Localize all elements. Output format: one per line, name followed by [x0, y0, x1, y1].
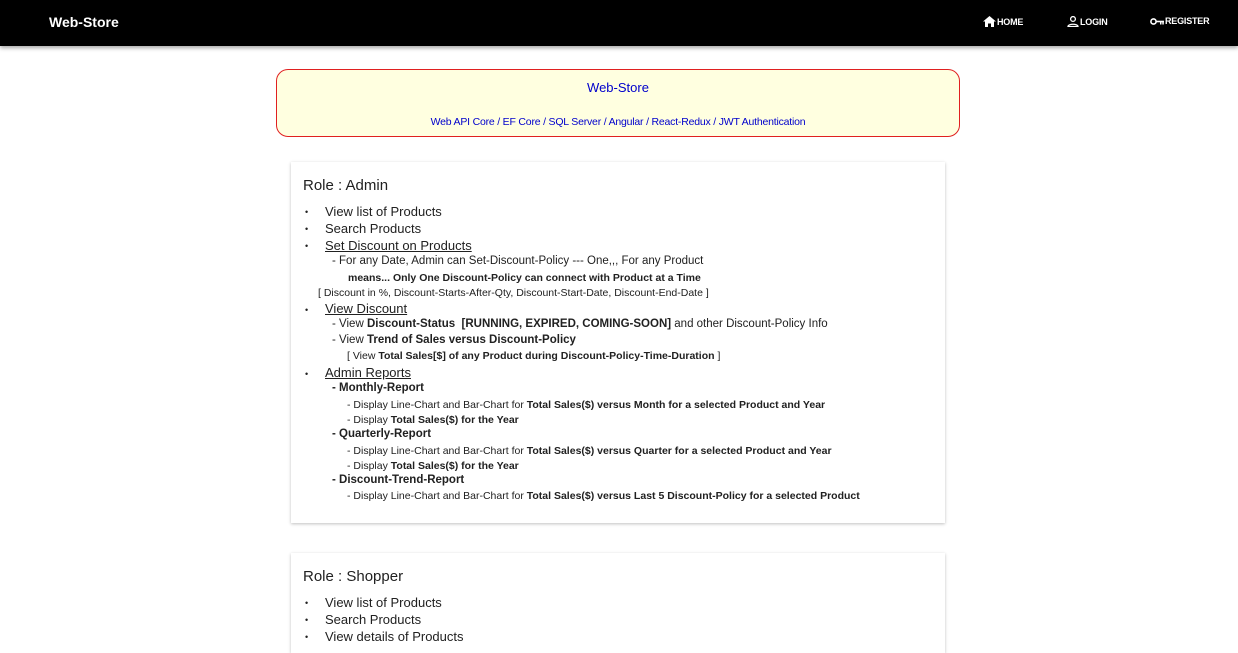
quarterly-report-chart-desc: - Display Line-Chart and Bar-Chart for T…: [347, 445, 832, 457]
nav-home-label: HOME: [997, 16, 1024, 27]
key-icon: [1150, 17, 1164, 25]
view-discount-status: - View Discount-Status [RUNNING, EXPIRED…: [332, 318, 828, 330]
tech-banner: Web-Store Web API Core / EF Core / SQL S…: [276, 69, 960, 137]
nav-register[interactable]: REGISTER: [1150, 16, 1210, 26]
quarterly-report-total-desc: - Display Total Sales($) for the Year: [347, 460, 519, 472]
discount-policy-means: means... Only One Discount-Policy can co…: [348, 272, 701, 284]
shopper-item-view-details: View details of Products: [325, 629, 464, 644]
nav-register-label: REGISTER: [1165, 16, 1210, 26]
set-discount-link[interactable]: Set Discount on Products: [325, 238, 472, 253]
view-total-sales: [ View Total Sales[$] of any Product dur…: [347, 350, 721, 362]
monthly-report-heading: - Monthly-Report: [332, 382, 424, 394]
discount-policy-text: - For any Date, Admin can Set-Discount-P…: [332, 255, 704, 267]
admin-item-search-products: Search Products: [325, 221, 422, 236]
quarterly-report-heading: - Quarterly-Report: [332, 428, 432, 440]
discount-trend-report-desc: - Display Line-Chart and Bar-Chart for T…: [347, 490, 860, 502]
monthly-report-total-desc: - Display Total Sales($) for the Year: [347, 414, 519, 426]
shopper-role-title: Role : Shopper: [303, 568, 404, 585]
view-discount-link[interactable]: View Discount: [325, 301, 407, 316]
admin-role-title: Role : Admin: [303, 177, 389, 194]
brand-link[interactable]: Web-Store: [49, 14, 119, 30]
admin-item-view-products: View list of Products: [325, 204, 442, 219]
bullet: •: [305, 207, 309, 217]
bullet: •: [305, 598, 309, 608]
discount-policy-fields: [ Discount in %, Discount-Starts-After-Q…: [318, 287, 709, 299]
view-sales-trend: - View Trend of Sales versus Discount-Po…: [332, 334, 576, 346]
discount-trend-report-heading: - Discount-Trend-Report: [332, 474, 465, 486]
nav-login[interactable]: LOGIN: [1067, 16, 1108, 27]
shopper-role-card: Role : Shopper • View list of Products •…: [291, 553, 945, 653]
bullet: •: [305, 369, 309, 379]
admin-role-card: Role : Admin • View list of Products • S…: [291, 162, 945, 523]
banner-subtitle: Web API Core / EF Core / SQL Server / An…: [430, 116, 806, 128]
shopper-item-search-products: Search Products: [325, 612, 422, 627]
shopper-item-view-products: View list of Products: [325, 595, 442, 610]
nav-login-label: LOGIN: [1080, 16, 1108, 27]
bullet: •: [305, 305, 309, 315]
admin-reports-link[interactable]: Admin Reports: [325, 365, 411, 380]
bullet: •: [305, 615, 309, 625]
nav-home[interactable]: HOME: [983, 16, 1023, 27]
bullet: •: [305, 241, 309, 251]
home-icon: [983, 16, 996, 27]
banner-title: Web-Store: [587, 80, 649, 95]
top-navbar: Web-Store HOME LOGIN REGISTER: [0, 0, 1238, 46]
monthly-report-chart-desc: - Display Line-Chart and Bar-Chart for T…: [347, 399, 826, 411]
user-icon: [1067, 16, 1079, 27]
bullet: •: [305, 224, 309, 234]
